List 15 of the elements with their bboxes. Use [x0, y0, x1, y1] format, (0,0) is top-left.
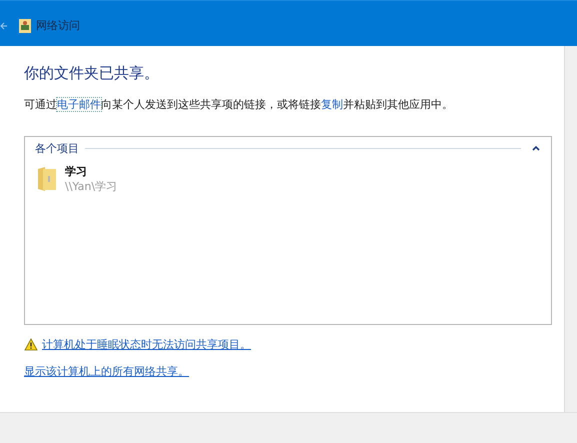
group-header[interactable]: 各个项目: [35, 141, 79, 156]
inline-link[interactable]: 复制: [321, 98, 343, 111]
intro-text: 可通过电子邮件向某个人发送到这些共享项的链接，或将链接复制并粘贴到其他应用中。: [24, 97, 454, 112]
warning-icon: [24, 338, 38, 351]
back-arrow-icon[interactable]: [0, 22, 8, 30]
link[interactable]: 计算机处于睡眠状态时无法访问共享项目。: [42, 337, 251, 352]
item-name[interactable]: 学习: [65, 164, 118, 179]
caret-icon[interactable]: [531, 145, 541, 152]
folder-icon: [37, 166, 57, 192]
heading: 你的文件夹已共享。: [24, 64, 160, 83]
window-title: 网络访问: [36, 18, 80, 33]
link[interactable]: 显示该计算机上的所有网络共享。: [24, 364, 189, 379]
item-path: \\Yan\学习: [65, 179, 118, 194]
inline-link[interactable]: 电子邮件: [57, 98, 101, 111]
network-folder-icon: [18, 18, 32, 34]
